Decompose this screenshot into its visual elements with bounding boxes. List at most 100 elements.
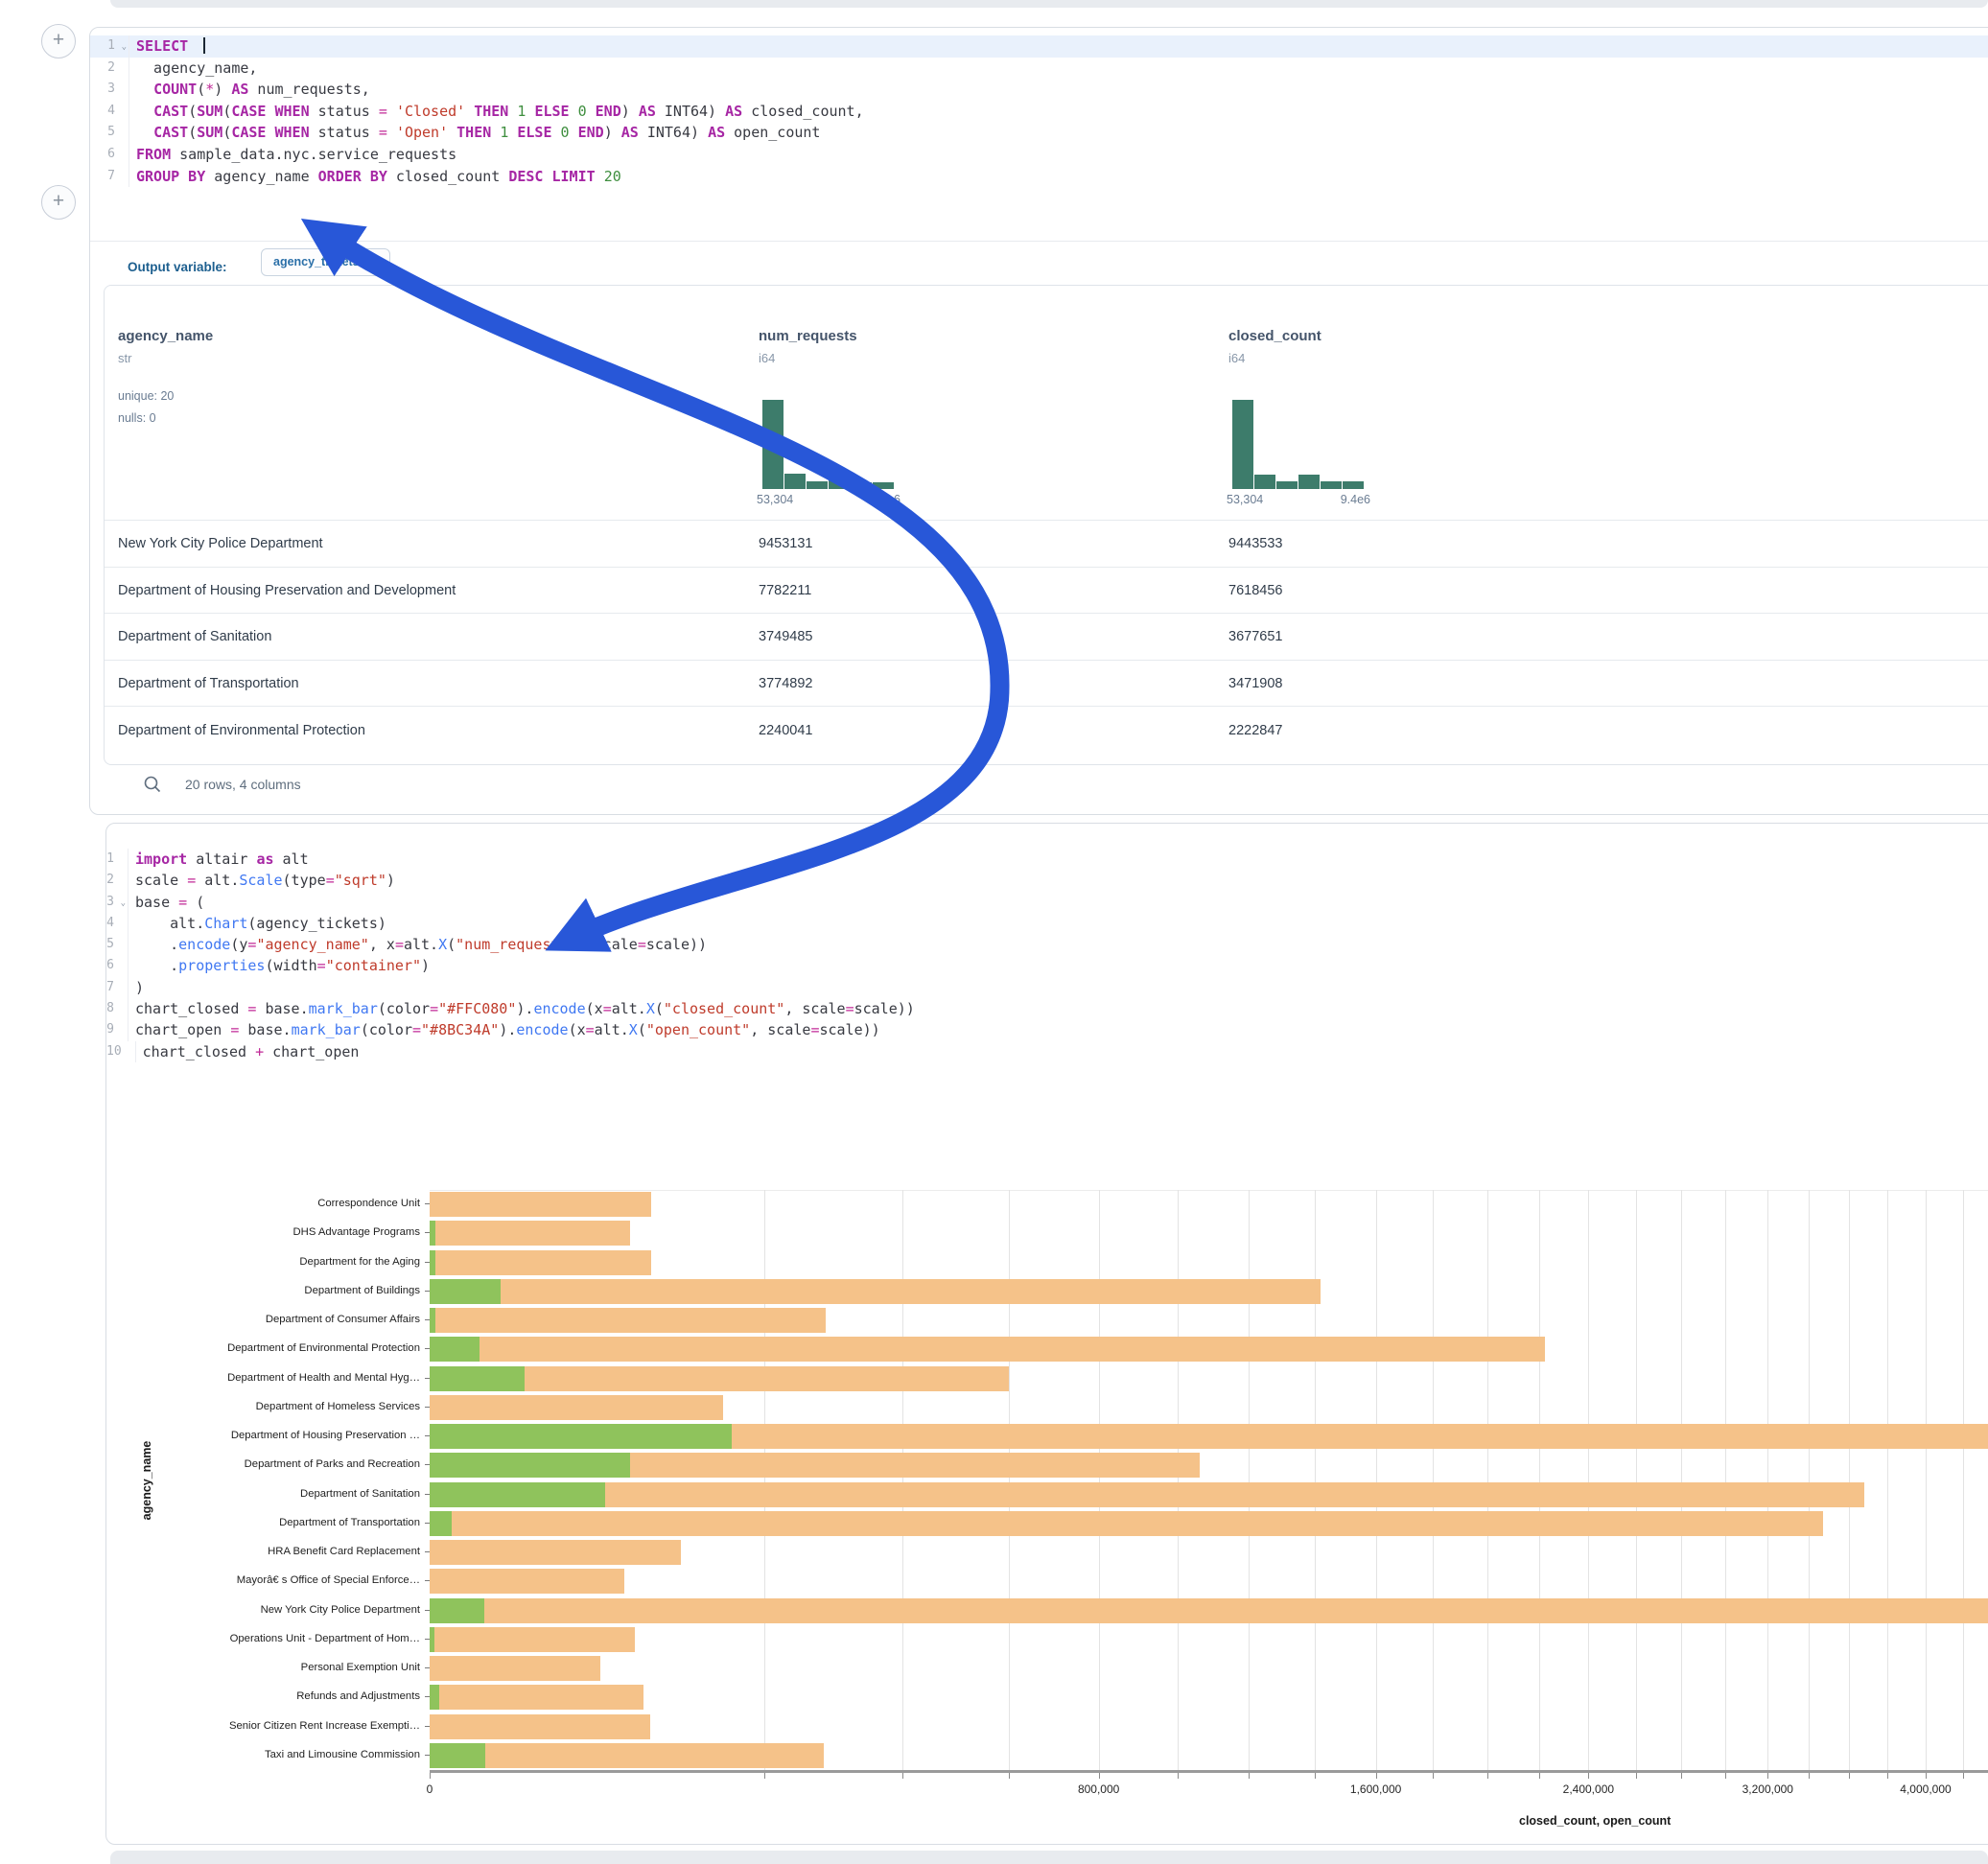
bar-closed-count[interactable] bbox=[430, 1279, 1321, 1304]
code-text: SELECT bbox=[129, 35, 205, 58]
add-cell-button[interactable]: + bbox=[41, 185, 76, 220]
column-header[interactable]: closed_count bbox=[1228, 328, 1321, 344]
gridline bbox=[1636, 1190, 1637, 1770]
gridline bbox=[1433, 1190, 1434, 1770]
bar-open-count[interactable] bbox=[430, 1685, 439, 1710]
x-tick bbox=[1099, 1773, 1100, 1779]
bar-open-count[interactable] bbox=[430, 1250, 435, 1275]
line-number: 5 bbox=[107, 122, 129, 144]
y-tick bbox=[425, 1667, 430, 1668]
output-variable-chip[interactable]: agency_tickets bbox=[261, 248, 390, 276]
gridline bbox=[1099, 1190, 1100, 1770]
histogram-max-label: 9.4e6 bbox=[1341, 493, 1370, 506]
bar-closed-count[interactable] bbox=[430, 1395, 723, 1420]
bar-open-count[interactable] bbox=[430, 1511, 452, 1536]
bar-closed-count[interactable] bbox=[430, 1627, 635, 1652]
code-line[interactable]: 7GROUP BY agency_name ORDER BY closed_co… bbox=[90, 166, 1988, 188]
y-axis-title: agency_name bbox=[140, 1413, 153, 1548]
bar-closed-count[interactable] bbox=[430, 1540, 681, 1565]
code-line[interactable]: 5 CAST(SUM(CASE WHEN status = 'Open' THE… bbox=[90, 122, 1988, 144]
gridline bbox=[1315, 1190, 1316, 1770]
y-tick bbox=[425, 1378, 430, 1379]
table-row[interactable]: New York City Police Department945313194… bbox=[105, 520, 1988, 568]
table-row[interactable]: Department of Sanitation37494853677651 bbox=[105, 613, 1988, 661]
column-dtype: str bbox=[118, 351, 131, 365]
x-tick bbox=[430, 1773, 431, 1779]
x-tick bbox=[1588, 1773, 1589, 1779]
table-row[interactable]: Department of Transportation377489234719… bbox=[105, 660, 1988, 708]
code-line[interactable]: 1⌄SELECT bbox=[90, 35, 1988, 58]
search-icon[interactable] bbox=[143, 775, 162, 794]
bar-open-count[interactable] bbox=[430, 1627, 434, 1652]
bar-open-count[interactable] bbox=[430, 1482, 605, 1507]
x-tick bbox=[764, 1773, 765, 1779]
bar-open-count[interactable] bbox=[430, 1743, 485, 1768]
bar-closed-count[interactable] bbox=[430, 1337, 1545, 1362]
gridline bbox=[1178, 1190, 1179, 1770]
add-cell-button[interactable]: + bbox=[41, 24, 76, 58]
table-row[interactable]: Department of Environmental Protection22… bbox=[105, 706, 1988, 754]
python-cell-card: 1import altair as alt2scale = alt.Scale(… bbox=[105, 823, 1988, 1845]
bar-closed-count[interactable] bbox=[430, 1656, 600, 1681]
bar-closed-count[interactable] bbox=[430, 1482, 1864, 1507]
y-axis-label: HRA Benefit Card Replacement bbox=[113, 1546, 420, 1557]
code-line[interactable]: 2 agency_name, bbox=[90, 58, 1988, 80]
column-stats: nulls: 0 bbox=[118, 411, 156, 425]
output-variable-label: Output variable: bbox=[128, 260, 227, 274]
bar-open-count[interactable] bbox=[430, 1337, 479, 1362]
gridline bbox=[1376, 1190, 1377, 1770]
code-text: GROUP BY agency_name ORDER BY closed_cou… bbox=[129, 166, 621, 188]
bar-closed-count[interactable] bbox=[430, 1598, 1988, 1623]
bar-closed-count[interactable] bbox=[430, 1221, 630, 1246]
column-header[interactable]: num_requests bbox=[759, 328, 857, 344]
y-tick bbox=[425, 1755, 430, 1756]
y-axis-label: New York City Police Department bbox=[113, 1604, 420, 1616]
gridline bbox=[1725, 1190, 1726, 1770]
bar-closed-count[interactable] bbox=[430, 1250, 651, 1275]
code-line[interactable]: 4 CAST(SUM(CASE WHEN status = 'Closed' T… bbox=[90, 101, 1988, 123]
histogram-min-label: 53,304 bbox=[757, 493, 793, 506]
bar-open-count[interactable] bbox=[430, 1279, 501, 1304]
histogram-bin bbox=[829, 474, 850, 489]
y-axis-label: Department for the Aging bbox=[113, 1256, 420, 1268]
bar-closed-count[interactable] bbox=[430, 1192, 651, 1217]
bar-closed-count[interactable] bbox=[430, 1511, 1823, 1536]
code-line[interactable]: 3 COUNT(*) AS num_requests, bbox=[90, 79, 1988, 101]
gridline bbox=[1009, 1190, 1010, 1770]
column-stats: unique: 20 bbox=[118, 389, 174, 403]
bar-closed-count[interactable] bbox=[430, 1569, 624, 1594]
bar-closed-count[interactable] bbox=[430, 1308, 826, 1333]
bar-open-count[interactable] bbox=[430, 1453, 630, 1478]
code-line[interactable]: 6FROM sample_data.nyc.service_requests bbox=[90, 144, 1988, 166]
column-header[interactable]: agency_name bbox=[118, 328, 213, 344]
bar-open-count[interactable] bbox=[430, 1366, 525, 1391]
bar-closed-count[interactable] bbox=[430, 1743, 824, 1768]
bar-open-count[interactable] bbox=[430, 1424, 732, 1449]
bar-closed-count[interactable] bbox=[430, 1685, 643, 1710]
table-cell: New York City Police Department bbox=[118, 521, 323, 568]
y-axis-label: Department of Health and Mental Hyg… bbox=[113, 1372, 420, 1384]
x-axis-tick-label: 4,000,000 bbox=[1868, 1782, 1983, 1796]
table-row[interactable]: Department of Housing Preservation and D… bbox=[105, 567, 1988, 615]
gridline bbox=[1249, 1190, 1250, 1770]
bar-open-count[interactable] bbox=[430, 1598, 484, 1623]
table-cell: Department of Sanitation bbox=[118, 614, 271, 661]
fold-caret-icon[interactable]: ⌄ bbox=[122, 36, 127, 58]
table-cell: 9453131 bbox=[759, 521, 812, 568]
bar-closed-count[interactable] bbox=[430, 1714, 650, 1739]
histogram-bin bbox=[873, 482, 894, 489]
histogram-bin bbox=[807, 481, 828, 489]
sql-code-editor[interactable]: 1⌄SELECT 2 agency_name,3 COUNT(*) AS num… bbox=[90, 35, 1988, 187]
y-axis-label: Department of Sanitation bbox=[113, 1488, 420, 1500]
bar-open-count[interactable] bbox=[430, 1308, 435, 1333]
x-tick bbox=[1315, 1773, 1316, 1779]
table-cell: Department of Housing Preservation and D… bbox=[118, 568, 456, 615]
x-axis-tick-label: 2,400,000 bbox=[1531, 1782, 1646, 1796]
line-number: 4 bbox=[107, 101, 129, 123]
bar-open-count[interactable] bbox=[430, 1221, 435, 1246]
histogram-bin bbox=[762, 400, 784, 489]
x-tick bbox=[1487, 1773, 1488, 1779]
column-histogram[interactable] bbox=[762, 400, 897, 489]
column-histogram[interactable] bbox=[1232, 400, 1367, 489]
y-tick bbox=[425, 1203, 430, 1204]
